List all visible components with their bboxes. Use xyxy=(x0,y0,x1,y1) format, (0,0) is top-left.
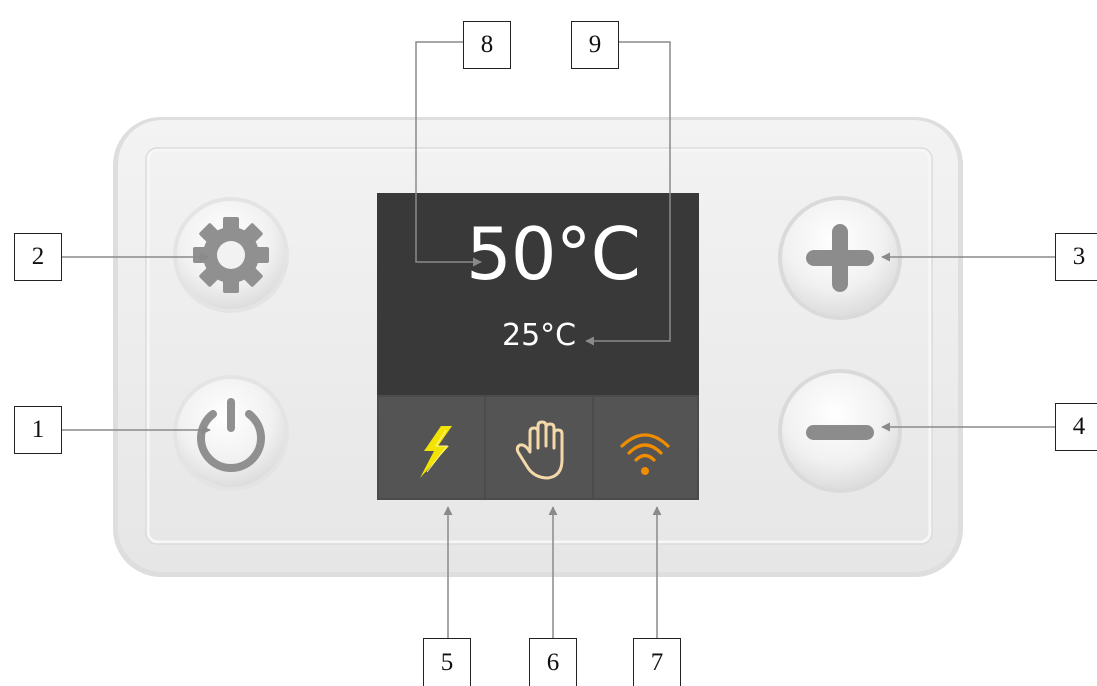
set-temperature-readout: 50°C xyxy=(466,212,641,296)
decrease-button[interactable] xyxy=(778,369,902,493)
increase-button[interactable] xyxy=(778,196,902,320)
callout-3: 3 xyxy=(1055,233,1097,281)
callout-4: 4 xyxy=(1055,403,1097,451)
callout-1: 1 xyxy=(14,406,62,454)
callout-6: 6 xyxy=(529,638,577,686)
power-button[interactable] xyxy=(173,375,289,491)
settings-button[interactable] xyxy=(173,197,289,313)
gear-icon xyxy=(193,217,269,293)
callout-8: 8 xyxy=(463,21,511,69)
callout-2: 2 xyxy=(14,233,62,281)
callout-7: 7 xyxy=(633,638,681,686)
callout-5: 5 xyxy=(423,638,471,686)
minus-icon xyxy=(806,425,874,440)
status-cell-wifi xyxy=(594,397,697,498)
current-temperature-readout: 25°C xyxy=(502,318,577,353)
callout-9: 9 xyxy=(571,21,619,69)
